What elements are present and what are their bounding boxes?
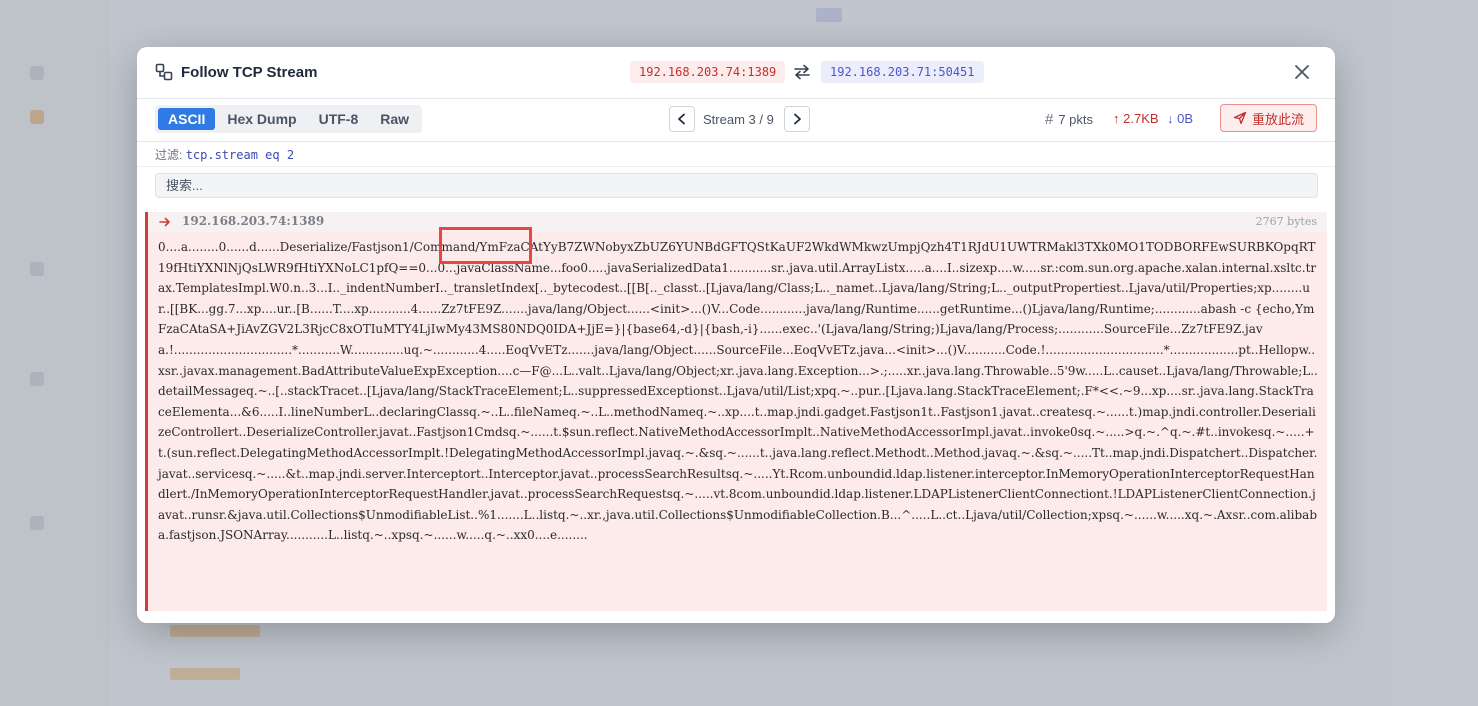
dialog-toolbar: ASCII Hex Dump UTF-8 Raw Stream 3 / 9 # … (137, 99, 1335, 142)
hash-icon: # (1045, 111, 1054, 128)
replay-stream-button[interactable]: 重放此流 (1220, 104, 1317, 132)
packet-count: # 7 pkts (1045, 111, 1093, 128)
filter-label: 过滤: (155, 148, 183, 162)
search-input[interactable] (155, 173, 1318, 198)
client-stream-block: 192.168.203.74:1389 2767 bytes 0....a...… (145, 212, 1327, 611)
tab-ascii[interactable]: ASCII (158, 108, 216, 130)
bytes-sent: ↑ 2.7KB (1113, 111, 1159, 126)
tab-hex-dump[interactable]: Hex Dump (217, 108, 306, 130)
stream-block-header: 192.168.203.74:1389 2767 bytes (148, 212, 1327, 232)
dialog-title: Follow TCP Stream (181, 64, 318, 81)
dialog-header: Follow TCP Stream 192.168.203.74:1389 19… (137, 47, 1335, 99)
stream-payload: 0....a........0......d......Deserialize/… (158, 240, 1318, 543)
arrow-up-icon: ↑ (1113, 111, 1120, 126)
stream-icon (155, 63, 173, 81)
stream-byte-count: 2767 bytes (1255, 215, 1317, 228)
chevron-right-icon (794, 113, 801, 125)
divider (137, 166, 1335, 167)
replay-stream-label: 重放此流 (1251, 111, 1304, 127)
bytes-received: ↓ 0B (1167, 111, 1193, 126)
follow-tcp-stream-dialog: Follow TCP Stream 192.168.203.74:1389 19… (137, 47, 1335, 623)
tab-utf-8[interactable]: UTF-8 (309, 108, 369, 130)
encoding-tabs: ASCII Hex Dump UTF-8 Raw (155, 105, 423, 133)
next-stream-button[interactable] (784, 106, 810, 132)
stream-source-label: 192.168.203.74:1389 (182, 214, 325, 228)
close-icon[interactable] (1293, 63, 1311, 81)
arrow-down-icon: ↓ (1167, 111, 1174, 126)
previous-stream-button[interactable] (669, 106, 695, 132)
arrow-right-icon (159, 217, 170, 227)
send-icon (1233, 111, 1247, 125)
chevron-left-icon (678, 113, 685, 125)
tab-raw[interactable]: Raw (370, 108, 419, 130)
stream-index-label: Stream 3 / 9 (703, 112, 774, 127)
destination-endpoint-badge: 192.168.203.71:50451 (821, 61, 984, 83)
bytes-received-value: 0B (1177, 111, 1194, 126)
filter-display: 过滤: tcp.stream eq 2 (155, 146, 294, 163)
packet-count-label: 7 pkts (1058, 112, 1094, 127)
bytes-sent-value: 2.7KB (1123, 111, 1159, 126)
swap-arrows-icon (794, 64, 810, 80)
source-endpoint-badge: 192.168.203.74:1389 (630, 61, 786, 83)
filter-expression: tcp.stream eq 2 (185, 148, 295, 162)
